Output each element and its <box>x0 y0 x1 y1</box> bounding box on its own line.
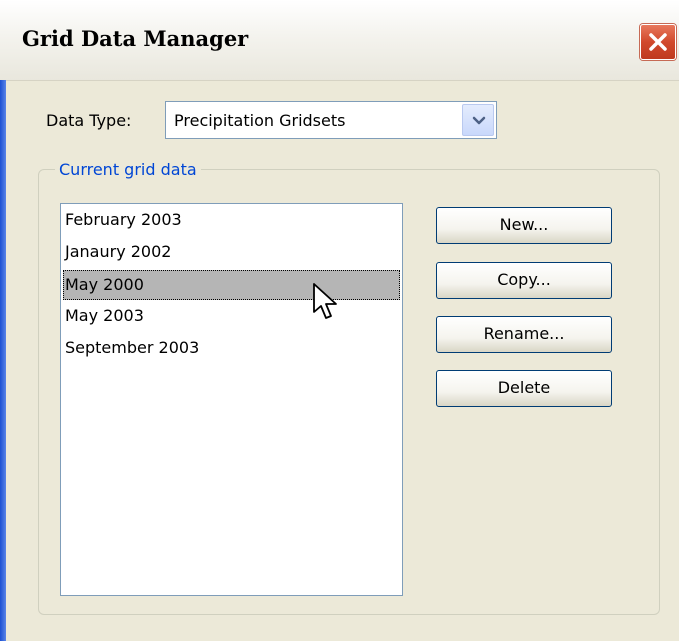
window-left-border <box>0 80 6 641</box>
list-item[interactable]: Janaury 2002 <box>63 238 400 268</box>
close-icon <box>649 33 667 51</box>
mouse-pointer-icon <box>313 283 337 319</box>
close-button[interactable] <box>640 24 676 60</box>
data-type-label: Data Type: <box>46 111 132 130</box>
current-grid-data-legend: Current grid data <box>55 160 201 179</box>
list-item-selected[interactable]: May 2000 <box>63 270 400 300</box>
chevron-down-icon <box>472 116 486 125</box>
list-item[interactable]: September 2003 <box>63 334 400 364</box>
data-type-dropdown-button[interactable] <box>462 104 494 136</box>
data-type-select[interactable]: Precipitation Gridsets <box>165 101 497 139</box>
window-title: Grid Data Manager <box>22 26 249 51</box>
new-button[interactable]: New... <box>436 207 612 244</box>
list-item[interactable]: May 2003 <box>63 302 400 332</box>
data-type-value: Precipitation Gridsets <box>174 111 346 130</box>
list-item[interactable]: February 2003 <box>63 206 400 236</box>
delete-button[interactable]: Delete <box>436 370 612 407</box>
grid-data-manager-window: Grid Data Manager Data Type: Precipitati… <box>0 0 679 641</box>
grid-data-list[interactable]: February 2003 Janaury 2002 May 2000 May … <box>60 203 403 596</box>
rename-button[interactable]: Rename... <box>436 316 612 353</box>
title-bar[interactable]: Grid Data Manager <box>0 0 679 81</box>
copy-button[interactable]: Copy... <box>436 262 612 299</box>
